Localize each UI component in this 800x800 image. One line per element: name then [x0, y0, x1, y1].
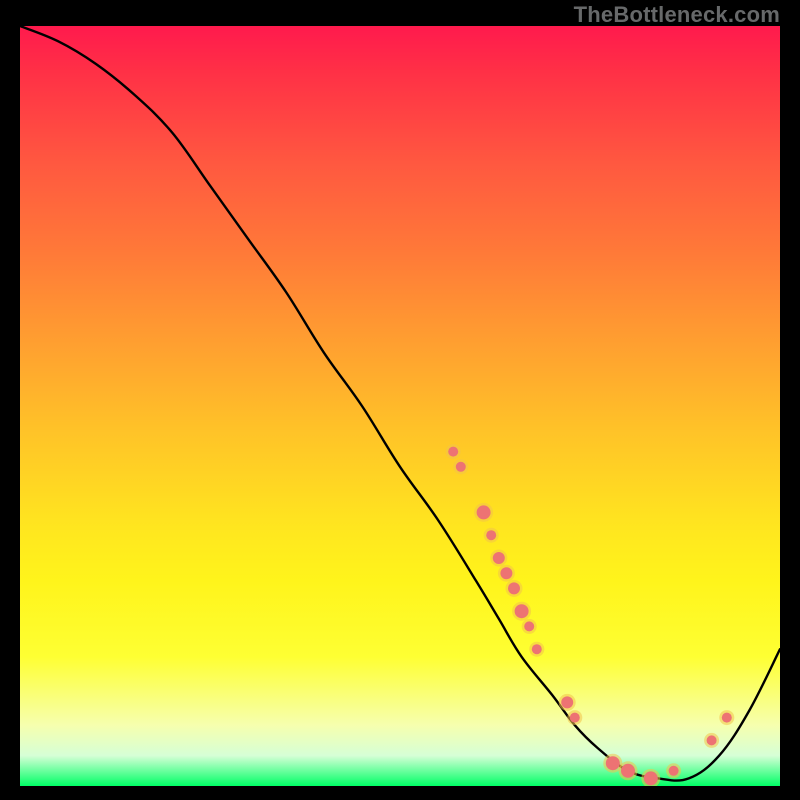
data-dot: [477, 505, 491, 519]
data-dots-layer: [446, 444, 735, 786]
data-dot: [456, 462, 466, 472]
data-dot: [606, 756, 620, 770]
data-dot: [570, 713, 580, 723]
data-dot: [722, 713, 732, 723]
data-dot: [508, 582, 520, 594]
data-dot: [561, 696, 573, 708]
bottleneck-curve: [20, 26, 780, 781]
data-dot: [500, 567, 512, 579]
data-dot: [669, 766, 679, 776]
data-dot: [515, 604, 529, 618]
data-dot: [532, 644, 542, 654]
data-dot: [448, 447, 458, 457]
data-dot: [644, 771, 658, 785]
data-dot: [524, 621, 534, 631]
data-dot: [621, 764, 635, 778]
chart-svg: [20, 26, 780, 786]
chart-plot-area: [20, 26, 780, 786]
watermark-text: TheBottleneck.com: [574, 2, 780, 28]
data-dot: [486, 530, 496, 540]
data-dot: [493, 552, 505, 564]
data-dot: [707, 735, 717, 745]
